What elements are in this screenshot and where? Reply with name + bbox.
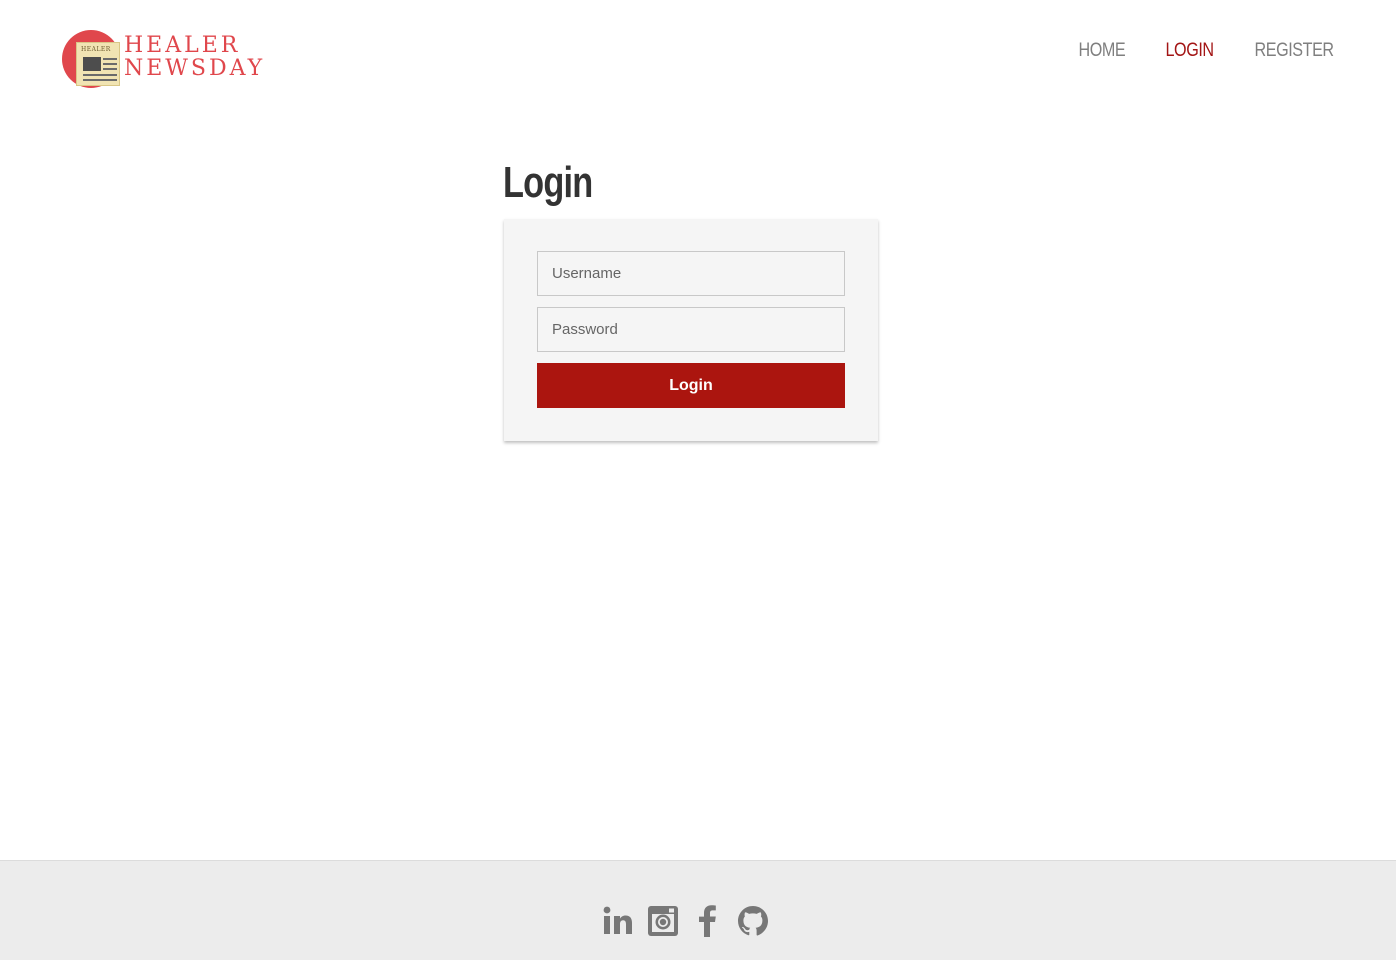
newspaper-icon: HEALER (76, 42, 120, 86)
username-input[interactable] (537, 251, 845, 296)
logo-line-1: HEALER (124, 33, 241, 58)
login-form: Login (504, 219, 878, 441)
site-header: HEALER HEALER NEWSDAY HOME LOGIN REGISTE… (0, 0, 1396, 110)
linkedin-icon[interactable] (600, 903, 636, 939)
nav-home[interactable]: HOME (1070, 36, 1134, 66)
password-input[interactable] (537, 307, 845, 352)
social-links (600, 903, 780, 939)
logo-paper-label: HEALER (81, 46, 111, 53)
site-logo[interactable]: HEALER HEALER NEWSDAY (62, 28, 262, 90)
logo-wordmark: HEALER NEWSDAY (124, 34, 265, 80)
login-button[interactable]: Login (537, 363, 845, 408)
instagram-icon[interactable] (645, 903, 681, 939)
logo-line-2: NEWSDAY (124, 56, 266, 81)
page-title: Login (503, 158, 593, 207)
github-icon[interactable] (735, 903, 771, 939)
site-footer (0, 860, 1396, 960)
nav-register[interactable]: REGISTER (1246, 36, 1342, 66)
facebook-icon[interactable] (690, 903, 726, 939)
nav-login[interactable]: LOGIN (1157, 36, 1222, 66)
main-nav: HOME LOGIN REGISTER (1070, 36, 1371, 66)
